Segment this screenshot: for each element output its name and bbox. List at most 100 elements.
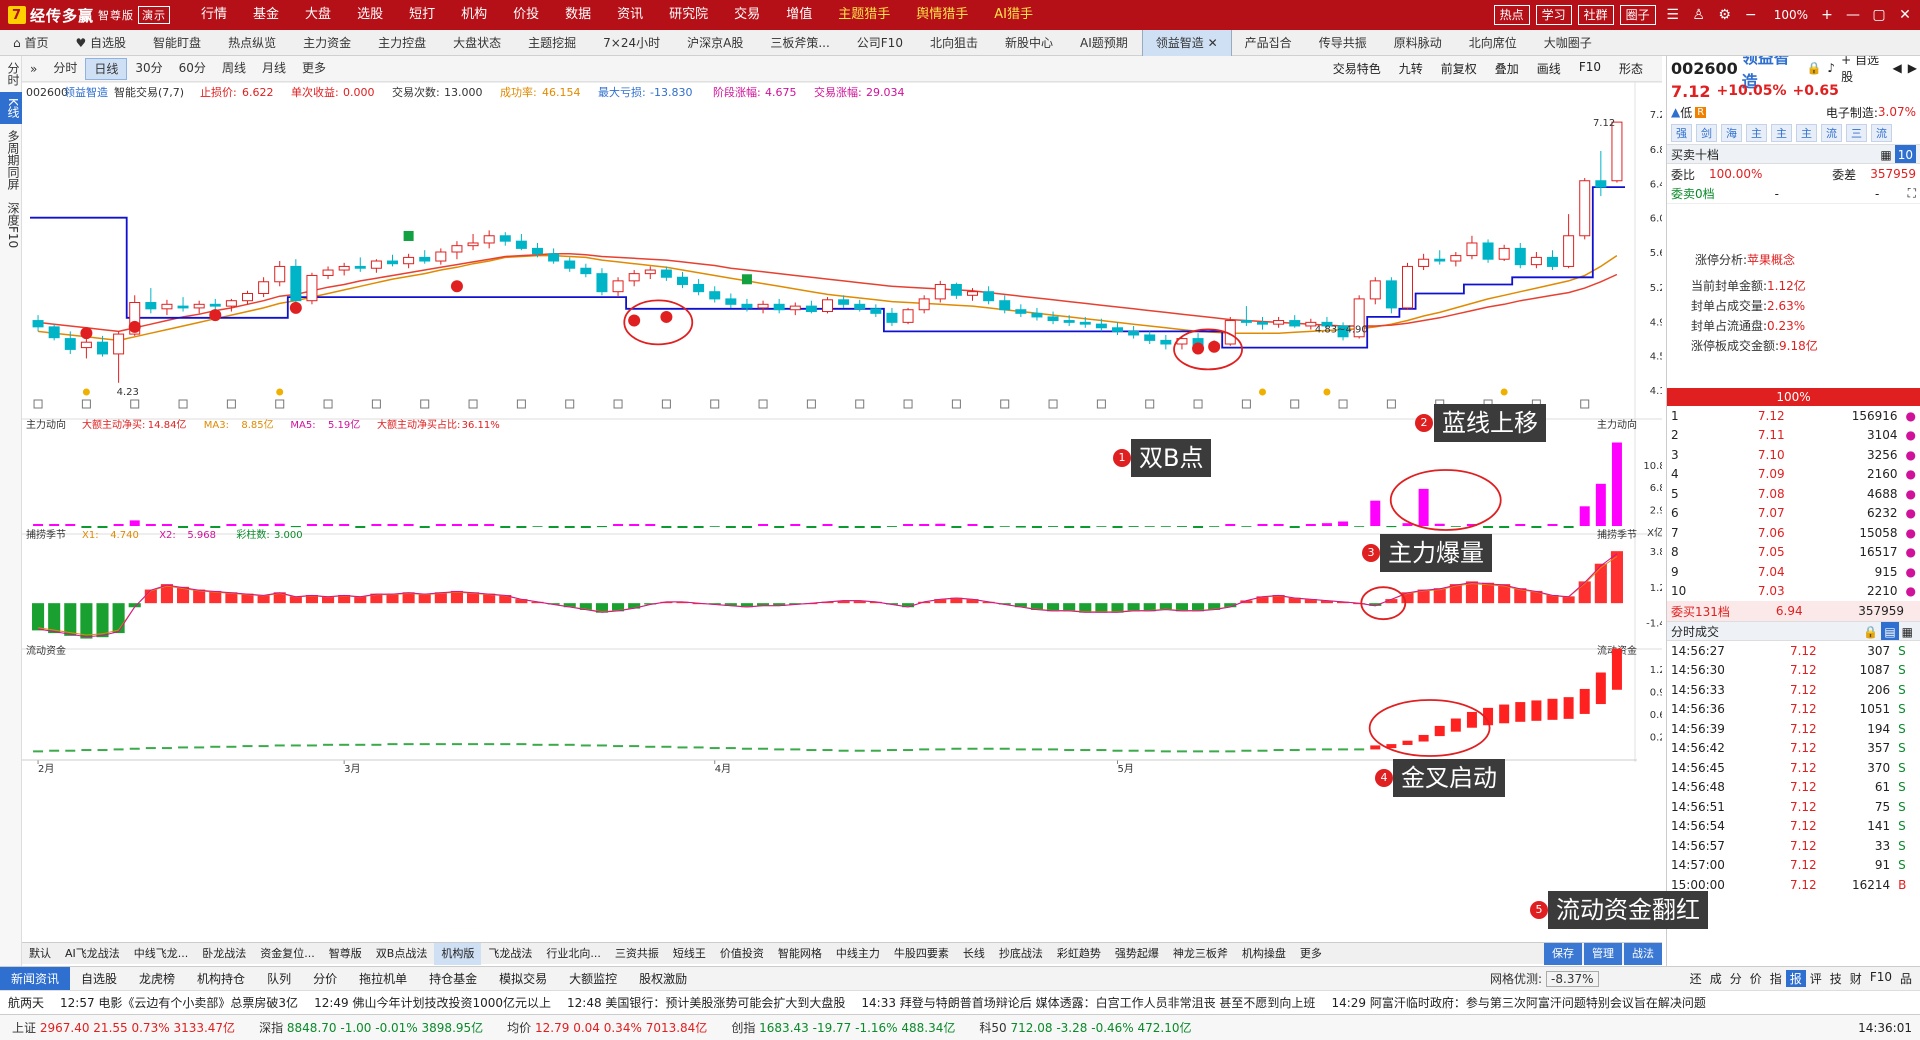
flow-bar[interactable]: [161, 747, 172, 750]
flow-bar[interactable]: [49, 749, 60, 752]
menu-item[interactable]: AI猎手: [981, 0, 1046, 30]
mainforce-bar[interactable]: [1209, 526, 1220, 527]
candle-body[interactable]: [548, 253, 560, 262]
strategy-tab[interactable]: 彩虹趋势: [1050, 943, 1108, 965]
event-marker-icon[interactable]: [371, 399, 381, 409]
mainforce-bar[interactable]: [629, 524, 640, 526]
index-item[interactable]: 深指 8848.70 -1.00 -0.01% 3898.95亿: [247, 1019, 495, 1036]
leftbar-item[interactable]: K线: [0, 92, 22, 124]
strategy-tab[interactable]: 飞龙战法: [481, 943, 539, 965]
event-marker-icon[interactable]: [1580, 399, 1590, 409]
event-marker-icon[interactable]: [420, 399, 430, 409]
flow-bar[interactable]: [1370, 745, 1381, 750]
bid-row[interactable]: 6 7.07 6232 ●: [1667, 504, 1920, 524]
flow-bar[interactable]: [790, 748, 801, 751]
mainforce-bar[interactable]: [1096, 526, 1107, 527]
menu-item[interactable]: 舆情猎手: [903, 0, 981, 30]
candle-body[interactable]: [644, 269, 656, 275]
user-icon[interactable]: ♙: [1688, 7, 1710, 23]
mainforce-bar[interactable]: [387, 524, 398, 526]
mainforce-bar[interactable]: [1418, 488, 1429, 526]
mainforce-bar[interactable]: [145, 524, 156, 526]
strategy-tab[interactable]: 抄底战法: [992, 943, 1050, 965]
mainforce-bar[interactable]: [1176, 526, 1187, 527]
candle-body[interactable]: [1257, 321, 1268, 325]
period-tab[interactable]: 更多: [294, 58, 334, 80]
bid-row[interactable]: 1 7.12 156916 ●: [1667, 406, 1920, 426]
candle-body[interactable]: [789, 305, 801, 311]
candle-body[interactable]: [258, 281, 270, 294]
candle-body[interactable]: [1369, 280, 1381, 300]
event-marker-icon[interactable]: [130, 399, 140, 409]
ticker-item[interactable]: 12:49 佛山今年计划技改投资1000亿元以上: [306, 991, 559, 1014]
mainforce-bar[interactable]: [677, 526, 688, 528]
mainforce-bar[interactable]: [1434, 523, 1445, 526]
candle-body[interactable]: [1047, 316, 1059, 322]
news-tool[interactable]: 价: [1746, 970, 1766, 987]
tab-item[interactable]: 北向狙击: [917, 30, 992, 56]
mainforce-bar[interactable]: [97, 526, 108, 528]
tab-item[interactable]: 沪深京A股: [674, 30, 757, 56]
strategy-tab[interactable]: 强势起爆: [1108, 943, 1166, 965]
strategy-action[interactable]: 保存: [1544, 942, 1582, 965]
mainforce-bar[interactable]: [274, 523, 285, 526]
candle-body[interactable]: [934, 283, 946, 300]
flow-bar[interactable]: [226, 745, 237, 748]
event-marker-icon[interactable]: [1338, 399, 1348, 409]
candle-body[interactable]: [1144, 334, 1156, 341]
mainforce-bar[interactable]: [355, 526, 366, 528]
plus-zoom-icon[interactable]: +: [1816, 7, 1838, 23]
mainforce-bar[interactable]: [178, 526, 189, 528]
season-bar[interactable]: [1578, 581, 1591, 604]
mainforce-bar[interactable]: [306, 524, 317, 526]
candle-body[interactable]: [1015, 309, 1027, 314]
flow-bar[interactable]: [500, 743, 511, 746]
trade-row[interactable]: 14:56:48 7.12 61 S: [1667, 778, 1920, 798]
strategy-tab[interactable]: 资金复位...: [253, 943, 322, 965]
mainforce-bar[interactable]: [935, 523, 946, 526]
tab-item[interactable]: ⌂ 首页: [0, 30, 62, 56]
trade-row[interactable]: 14:56:54 7.12 141 S: [1667, 817, 1920, 837]
chart-tool[interactable]: 前复权: [1432, 60, 1486, 77]
flow-bar[interactable]: [935, 748, 946, 751]
mainforce-bar[interactable]: [1080, 526, 1091, 528]
candle-body[interactable]: [306, 274, 318, 302]
buy-signal-icon[interactable]: [128, 320, 141, 333]
event-marker-icon[interactable]: [661, 399, 671, 409]
flow-bar[interactable]: [1289, 749, 1300, 752]
event-marker-icon[interactable]: [613, 399, 623, 409]
candle-body[interactable]: [225, 300, 237, 307]
menu-item[interactable]: 数据: [552, 0, 604, 30]
flow-bar[interactable]: [339, 743, 350, 746]
flow-bar[interactable]: [1273, 749, 1284, 752]
mainforce-bar[interactable]: [500, 526, 511, 528]
news-tab[interactable]: 分价: [302, 967, 348, 991]
quote-flag[interactable]: 强: [1671, 124, 1692, 142]
tab-item[interactable]: 热点纵览: [215, 30, 290, 56]
flow-bar[interactable]: [677, 746, 688, 749]
candle-body[interactable]: [709, 291, 721, 300]
flow-bar[interactable]: [758, 747, 769, 750]
menu-item[interactable]: 价投: [500, 0, 552, 30]
flow-bar[interactable]: [693, 746, 704, 749]
strategy-tab[interactable]: 中线主力: [829, 943, 887, 965]
mainforce-bar[interactable]: [870, 526, 881, 528]
candle-body[interactable]: [1514, 247, 1526, 266]
candle-body[interactable]: [145, 302, 157, 310]
chart-tool[interactable]: 画线: [1528, 60, 1570, 77]
trade-row[interactable]: 14:56:27 7.12 307 S: [1667, 641, 1920, 661]
flow-bar[interactable]: [903, 749, 914, 752]
candle-body[interactable]: [515, 240, 527, 249]
menu-item[interactable]: 行情: [188, 0, 240, 30]
event-marker-icon[interactable]: [1096, 399, 1106, 409]
season-bar[interactable]: [144, 589, 157, 604]
mainforce-bar[interactable]: [1112, 526, 1123, 528]
mainforce-bar[interactable]: [339, 524, 350, 526]
period-tab[interactable]: 分时: [45, 58, 85, 80]
candle-body[interactable]: [370, 260, 382, 269]
candle-body[interactable]: [725, 298, 737, 305]
flow-bar[interactable]: [709, 747, 720, 750]
minimize-icon[interactable]: —: [1842, 7, 1864, 23]
chevron-right-icon[interactable]: ▶: [1905, 61, 1920, 75]
event-marker-icon[interactable]: [275, 399, 285, 409]
